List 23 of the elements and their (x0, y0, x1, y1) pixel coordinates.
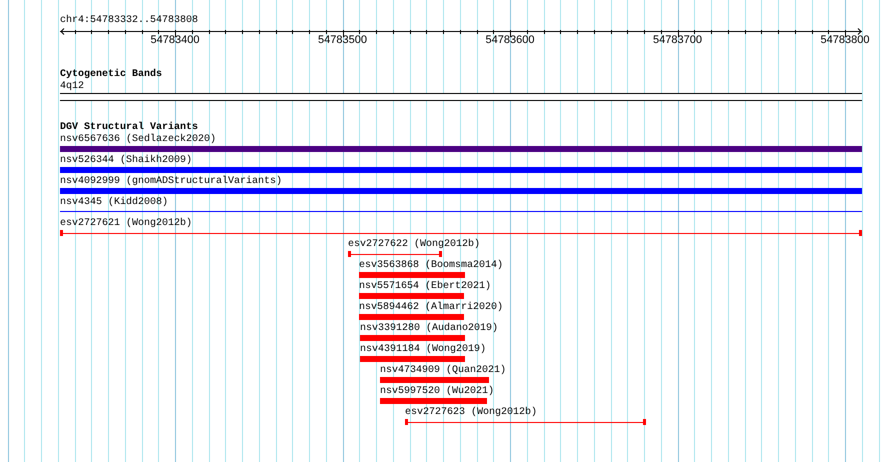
variant-label: nsv5571654 (Ebert2021) (359, 281, 492, 293)
band-label: 4q12 (60, 81, 84, 93)
variant-label: nsv4092999 (gnomADStructuralVariants) (60, 176, 282, 188)
variant-label: nsv5894462 (Almarri2020) (359, 302, 504, 314)
variant-label: nsv526344 (Shaikh2009) (60, 155, 192, 167)
variant-label: nsv5997520 (Wu2021) (380, 386, 494, 398)
variant-label: nsv4734909 (Quan2021) (380, 365, 506, 377)
tick-label: 54783400 (150, 34, 200, 47)
locus-label: chr4:54783332..54783808 (60, 15, 198, 27)
variant-label: esv2727622 (Wong2012b) (348, 239, 480, 251)
variant-label: esv2727621 (Wong2012b) (60, 218, 192, 230)
variant-label: esv3563868 (Boomsma2014) (359, 260, 504, 272)
tick-label: 54783700 (653, 34, 702, 47)
variant-label: nsv4391184 (Wong2019) (360, 344, 486, 356)
tick-label: 54783600 (486, 34, 534, 47)
variant-label: esv2727623 (Wong2012b) (405, 407, 538, 419)
track-title: Cytogenetic Bands (60, 69, 162, 81)
variant-label: nsv3391280 (Audano2019) (360, 323, 498, 335)
track-title: DGV Structural Variants (60, 122, 198, 134)
variant-label: nsv6567636 (Sedlazeck2020) (60, 134, 216, 146)
tick-label: 54783800 (820, 34, 870, 47)
tick-label: 54783500 (318, 34, 367, 47)
variant-label: nsv4345 (Kidd2008) (60, 197, 168, 209)
